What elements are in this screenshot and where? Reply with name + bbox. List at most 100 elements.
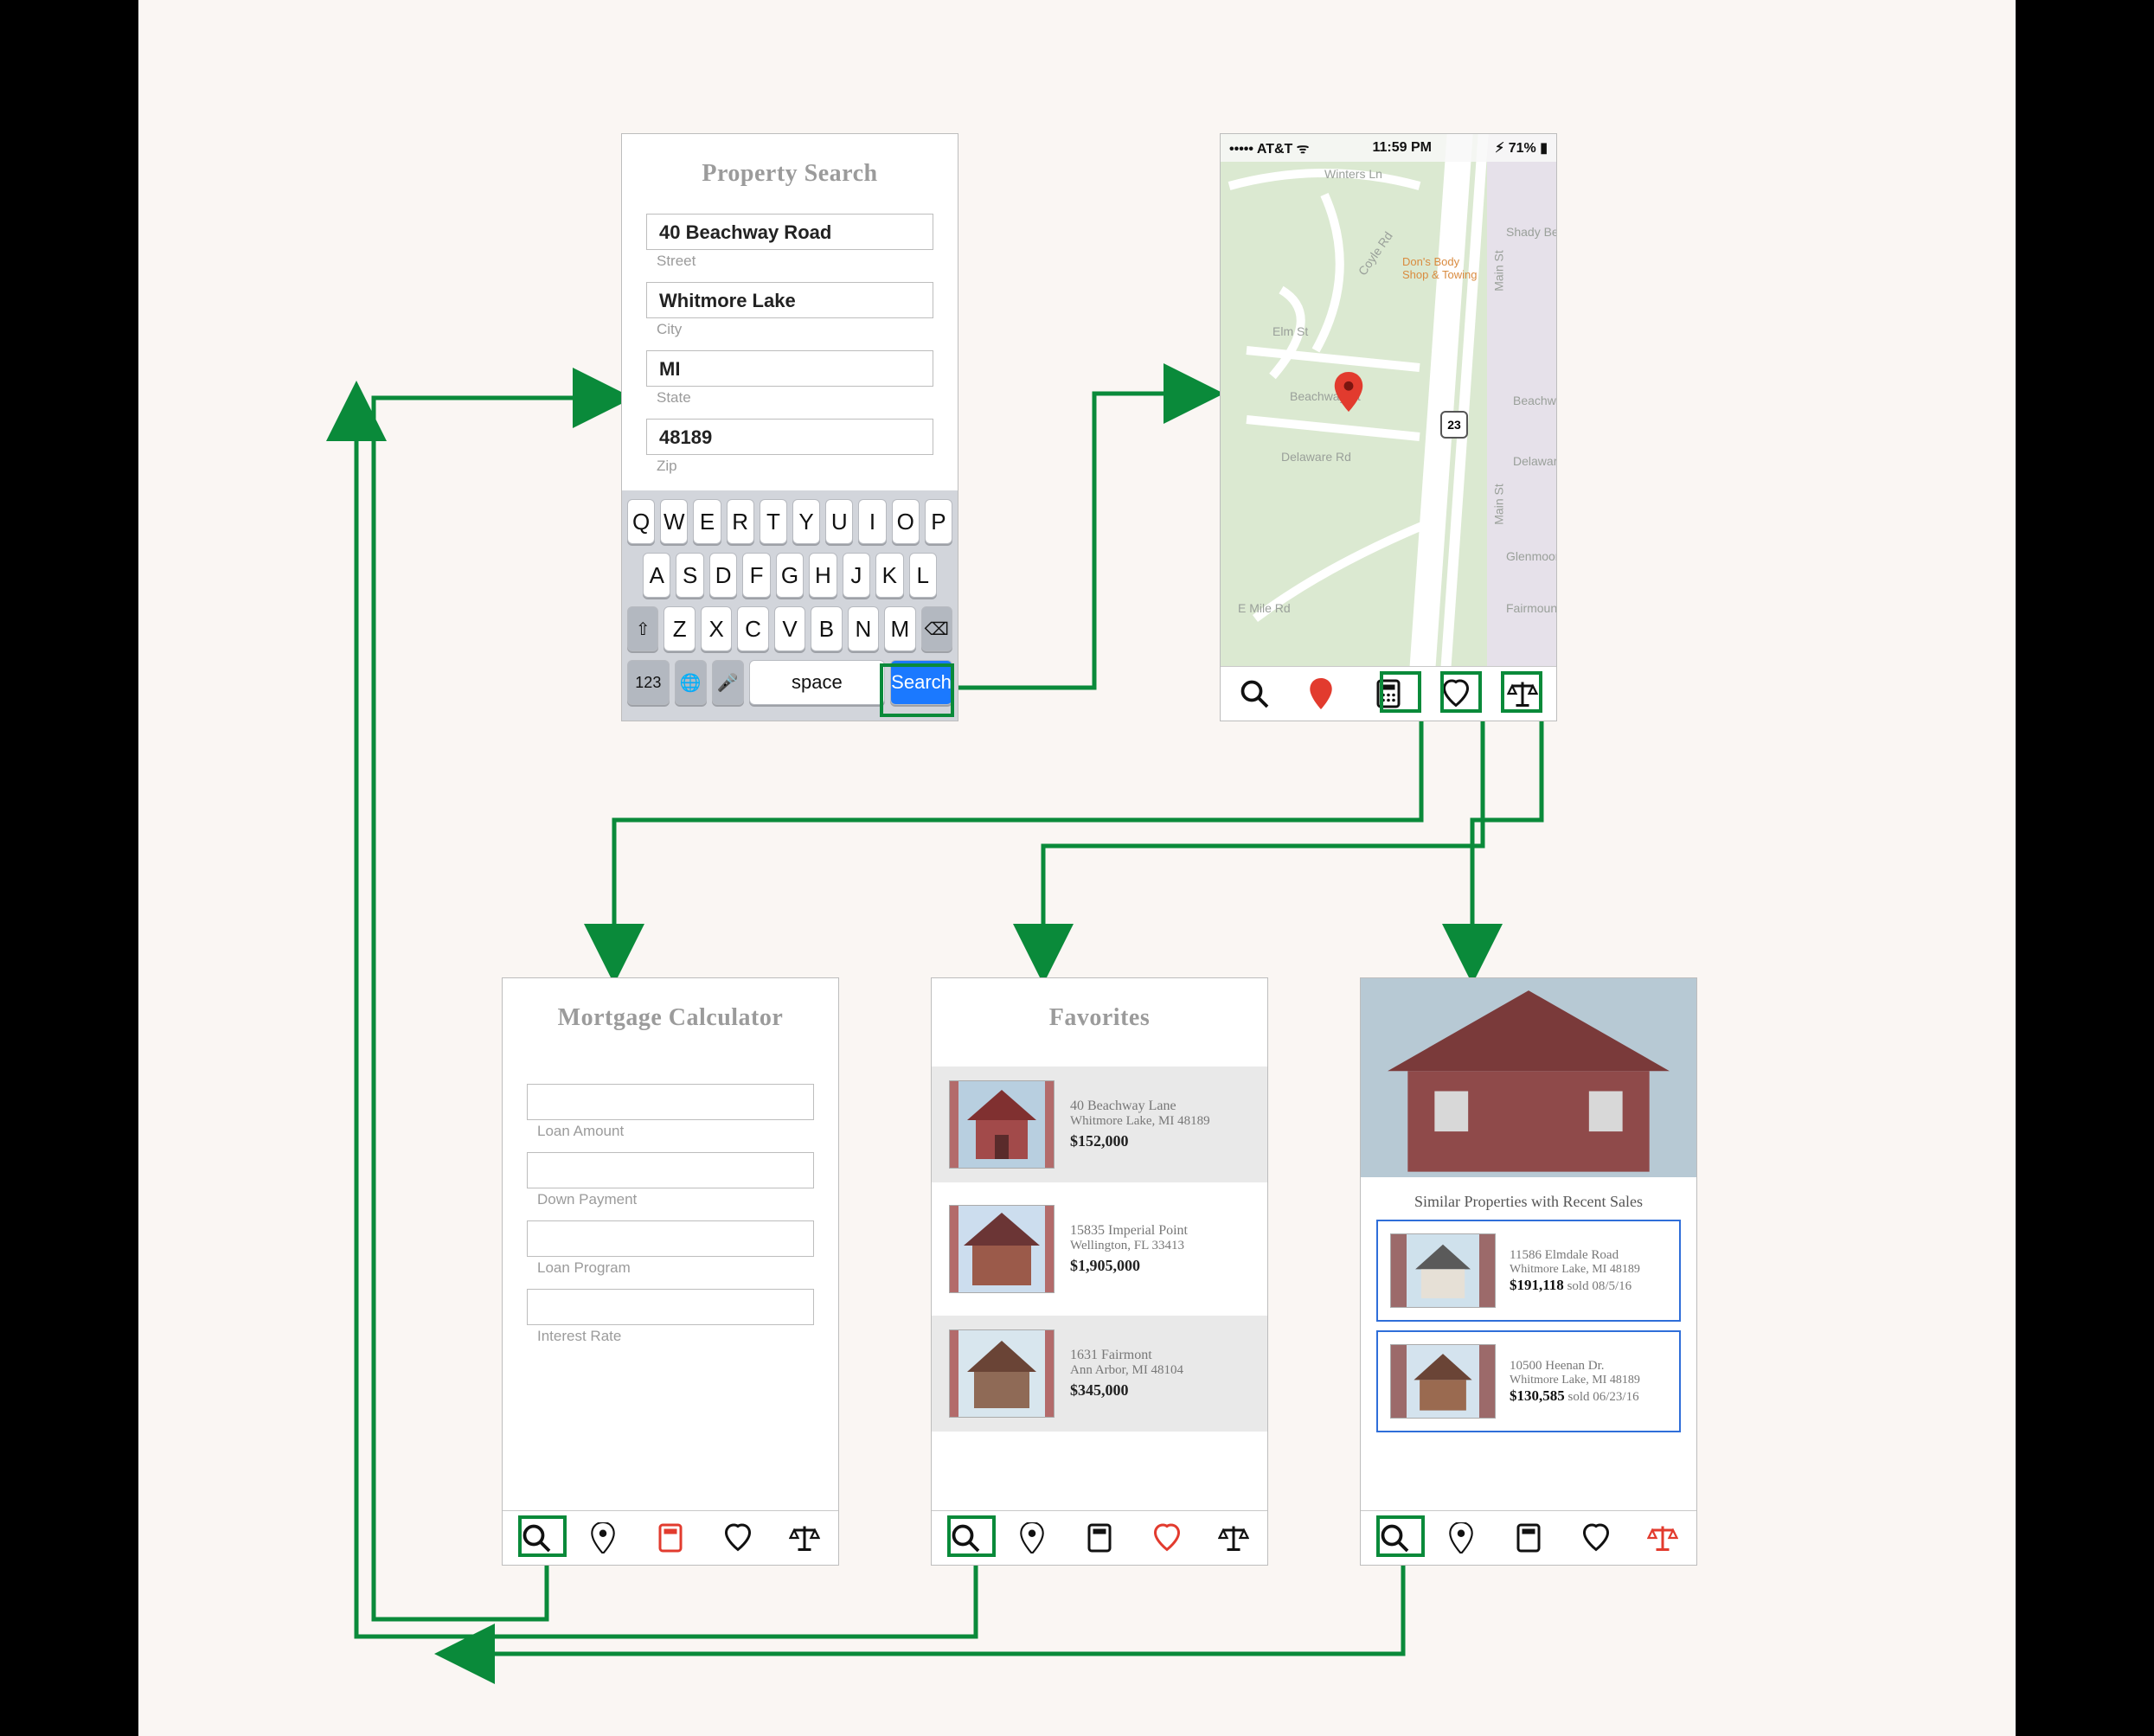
search-form: 40 Beachway Road Street Whitmore Lake Ci… (622, 214, 958, 487)
screen-property-search: Property Search 40 Beachway Road Street … (621, 133, 958, 721)
kb-key[interactable]: S (676, 553, 703, 598)
tab-map-pin[interactable] (1305, 678, 1337, 709)
kb-row1: Q W E R T Y U I O P (627, 499, 952, 544)
tab-search[interactable] (521, 1522, 552, 1553)
backspace-icon: ⌫ (925, 618, 949, 640)
tab-calculator[interactable] (1373, 678, 1404, 709)
tab-favorites[interactable] (1580, 1522, 1612, 1553)
kb-key[interactable]: J (843, 553, 870, 598)
fav-price: $1,905,000 (1070, 1257, 1188, 1275)
kb-key[interactable]: X (701, 606, 732, 651)
globe-key[interactable]: 🌐 (675, 660, 707, 705)
kb-key[interactable]: F (742, 553, 770, 598)
loan-program-field[interactable] (527, 1220, 814, 1257)
kb-key[interactable]: C (737, 606, 768, 651)
kb-row2: A S D F G H J K L (627, 553, 952, 598)
street-field[interactable]: 40 Beachway Road (646, 214, 933, 250)
tab-compare[interactable] (1218, 1522, 1249, 1553)
state-field[interactable]: MI (646, 350, 933, 387)
favorite-item[interactable]: 40 Beachway Lane Whitmore Lake, MI 48189… (932, 1067, 1267, 1182)
similar-item[interactable]: 10500 Heenan Dr. Whitmore Lake, MI 48189… (1376, 1330, 1681, 1432)
search-action-key[interactable]: Search (890, 660, 952, 705)
kb-key[interactable]: W (660, 499, 688, 544)
tab-calculator[interactable] (1513, 1522, 1544, 1553)
map-viewport[interactable]: Winters Ln Coyle Rd Elm St Beachway St D… (1221, 134, 1556, 669)
calc-tabbar (503, 1510, 838, 1565)
tab-favorites[interactable] (722, 1522, 753, 1553)
page-root: Property Search 40 Beachway Road Street … (0, 0, 2154, 1736)
kb-key[interactable]: Q (627, 499, 655, 544)
kb-key[interactable]: K (875, 553, 903, 598)
sim-price-line: $191,118 sold 08/5/16 (1510, 1277, 1640, 1294)
mic-icon: 🎤 (717, 672, 739, 694)
screen-mortgage-calculator: Mortgage Calculator Loan Amount Down Pay… (502, 977, 839, 1566)
numeric-key[interactable]: 123 (627, 660, 670, 705)
calc-form: Loan Amount Down Payment Loan Program In… (503, 1058, 838, 1357)
city-field[interactable]: Whitmore Lake (646, 282, 933, 318)
map-street-label: Main St (1492, 484, 1506, 524)
tab-favorites[interactable] (1440, 678, 1471, 709)
screen-favorites: Favorites 40 Beachway Lane Whitmore Lake… (931, 977, 1268, 1566)
sim-location: Whitmore Lake, MI 48189 (1510, 1263, 1640, 1277)
kb-key[interactable]: I (858, 499, 886, 544)
kb-key[interactable]: P (925, 499, 952, 544)
fav-address: 40 Beachway Lane (1070, 1099, 1210, 1114)
tab-search[interactable] (950, 1522, 981, 1553)
kb-key[interactable]: G (776, 553, 804, 598)
kb-key[interactable]: O (892, 499, 920, 544)
kb-key[interactable]: T (760, 499, 787, 544)
similar-section-title: Similar Properties with Recent Sales (1361, 1193, 1696, 1211)
kb-key[interactable]: R (727, 499, 754, 544)
loan-amount-field[interactable] (527, 1084, 814, 1120)
kb-key[interactable]: A (643, 553, 670, 598)
kb-key[interactable]: N (848, 606, 879, 651)
property-thumbnail (1390, 1344, 1496, 1419)
tab-search[interactable] (1239, 678, 1270, 709)
similar-item[interactable]: 11586 Elmdale Road Whitmore Lake, MI 481… (1376, 1220, 1681, 1322)
favorite-item-text: 40 Beachway Lane Whitmore Lake, MI 48189… (1070, 1099, 1210, 1150)
kb-key[interactable]: Y (792, 499, 820, 544)
down-payment-field[interactable] (527, 1152, 814, 1188)
fav-location: Wellington, FL 33413 (1070, 1239, 1188, 1253)
kb-key[interactable]: D (709, 553, 737, 598)
tab-favorites[interactable] (1151, 1522, 1183, 1553)
favorite-item[interactable]: 1631 Fairmont Ann Arbor, MI 48104 $345,0… (932, 1316, 1267, 1432)
kb-key[interactable]: Z (664, 606, 695, 651)
map-street-label: Beachwa (1513, 394, 1557, 407)
map-street-label: Glenmoor St (1506, 549, 1557, 563)
status-time: 11:59 PM (1372, 140, 1431, 156)
tab-calculator[interactable] (655, 1522, 686, 1553)
tab-compare[interactable] (1647, 1522, 1678, 1553)
fav-address: 15835 Imperial Point (1070, 1223, 1188, 1239)
kb-key[interactable]: V (774, 606, 805, 651)
tab-map-pin[interactable] (1446, 1522, 1477, 1553)
sim-sold-date: sold 08/5/16 (1567, 1279, 1632, 1293)
shift-key[interactable]: ⇧ (627, 606, 658, 651)
tab-compare[interactable] (789, 1522, 820, 1553)
calc-title: Mortgage Calculator (503, 978, 838, 1058)
space-key[interactable]: space (749, 660, 885, 705)
kb-key[interactable]: L (909, 553, 937, 598)
mic-key[interactable]: 🎤 (712, 660, 744, 705)
map-poi-label: Don's Body Shop & Towing (1402, 255, 1480, 281)
tab-calculator[interactable] (1084, 1522, 1115, 1553)
sim-location: Whitmore Lake, MI 48189 (1510, 1374, 1640, 1387)
tab-map-pin[interactable] (1016, 1522, 1048, 1553)
tab-compare[interactable] (1507, 678, 1538, 709)
map-street-label: Main St (1492, 250, 1506, 291)
backspace-key[interactable]: ⌫ (921, 606, 952, 651)
zip-field[interactable]: 48189 (646, 419, 933, 455)
property-thumbnail (949, 1329, 1055, 1418)
kb-key[interactable]: B (811, 606, 842, 651)
shift-icon: ⇧ (636, 618, 651, 640)
kb-key[interactable]: H (809, 553, 837, 598)
similar-item-text: 10500 Heenan Dr. Whitmore Lake, MI 48189… (1510, 1359, 1640, 1405)
interest-rate-field[interactable] (527, 1289, 814, 1325)
favorite-item[interactable]: 15835 Imperial Point Wellington, FL 3341… (932, 1191, 1267, 1307)
map-street-label: Elm St (1273, 324, 1308, 338)
tab-map-pin[interactable] (587, 1522, 619, 1553)
kb-key[interactable]: M (884, 606, 915, 651)
kb-key[interactable]: E (693, 499, 721, 544)
kb-key[interactable]: U (825, 499, 853, 544)
tab-search[interactable] (1379, 1522, 1410, 1553)
